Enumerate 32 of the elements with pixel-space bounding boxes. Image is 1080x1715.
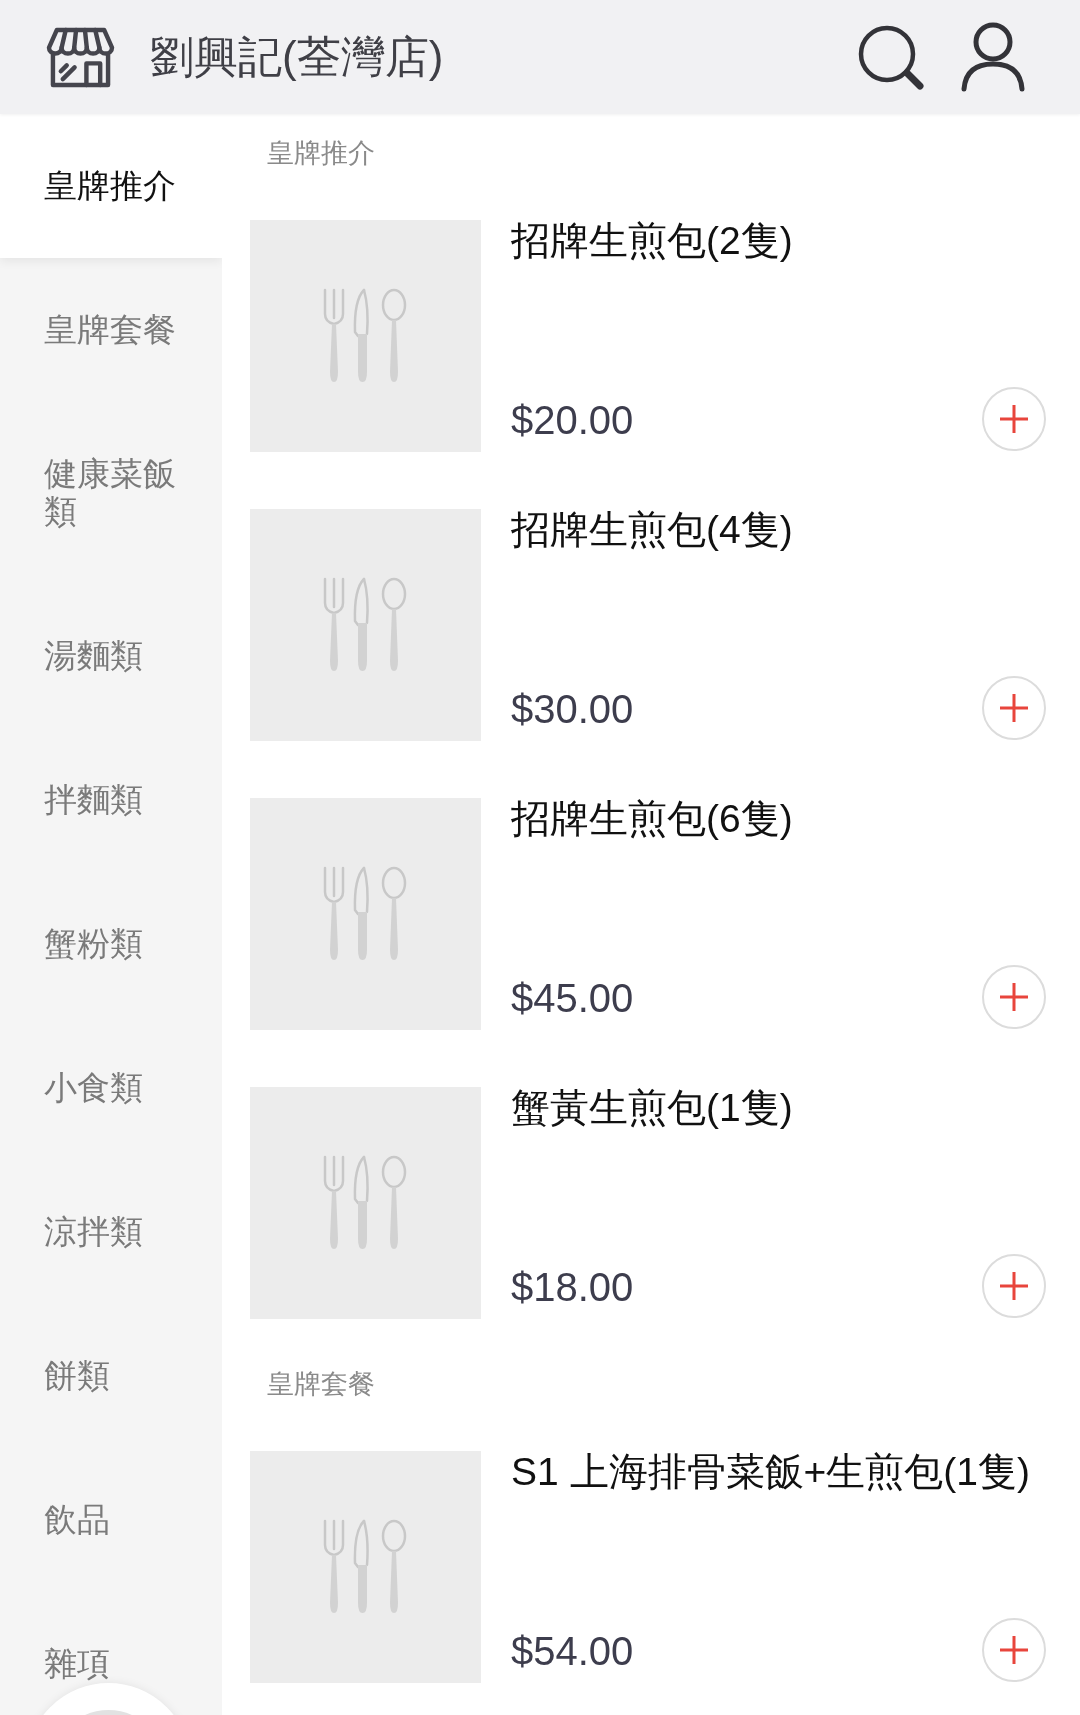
category-item[interactable]: 皇牌套餐 — [0, 258, 222, 402]
category-item[interactable]: 拌麵類 — [0, 728, 222, 872]
product-name: 招牌生煎包(6隻) — [511, 796, 793, 842]
user-icon[interactable] — [960, 22, 1026, 92]
category-item[interactable]: 涼拌類 — [0, 1160, 222, 1304]
category-item[interactable]: 飲品 — [0, 1448, 222, 1592]
store-icon — [45, 25, 116, 89]
category-item[interactable]: 健康菜飯類 — [0, 402, 222, 584]
category-item[interactable]: 餅類 — [0, 1304, 222, 1448]
section-title: 皇牌套餐 — [267, 1368, 375, 1401]
category-item[interactable]: 皇牌推介 — [0, 114, 222, 258]
search-icon[interactable] — [857, 24, 927, 90]
store-name: 劉興記(荃灣店) — [150, 30, 445, 83]
plus-icon — [999, 982, 1029, 1012]
plus-icon — [999, 1271, 1029, 1301]
product-price: $20.00 — [511, 396, 634, 444]
plus-icon — [999, 693, 1029, 723]
product-price: $54.00 — [511, 1627, 634, 1675]
category-item[interactable]: 湯麵類 — [0, 584, 222, 728]
product-price: $30.00 — [511, 685, 634, 733]
product-price: $45.00 — [511, 974, 634, 1022]
category-item[interactable]: 蟹粉類 — [0, 872, 222, 1016]
category-item[interactable]: 小食類 — [0, 1016, 222, 1160]
section-title: 皇牌推介 — [267, 137, 375, 170]
product-name: 招牌生煎包(4隻) — [511, 507, 793, 553]
product-name: 招牌生煎包(2隻) — [511, 218, 793, 264]
plus-icon — [999, 1635, 1029, 1665]
product-name: 蟹黃生煎包(1隻) — [511, 1085, 793, 1131]
category-item[interactable]: 雜項 — [0, 1592, 222, 1681]
product-price: $18.00 — [511, 1263, 634, 1311]
product-name: S1 上海排骨菜飯+生煎包(1隻) — [511, 1449, 1030, 1495]
plus-icon — [999, 404, 1029, 434]
